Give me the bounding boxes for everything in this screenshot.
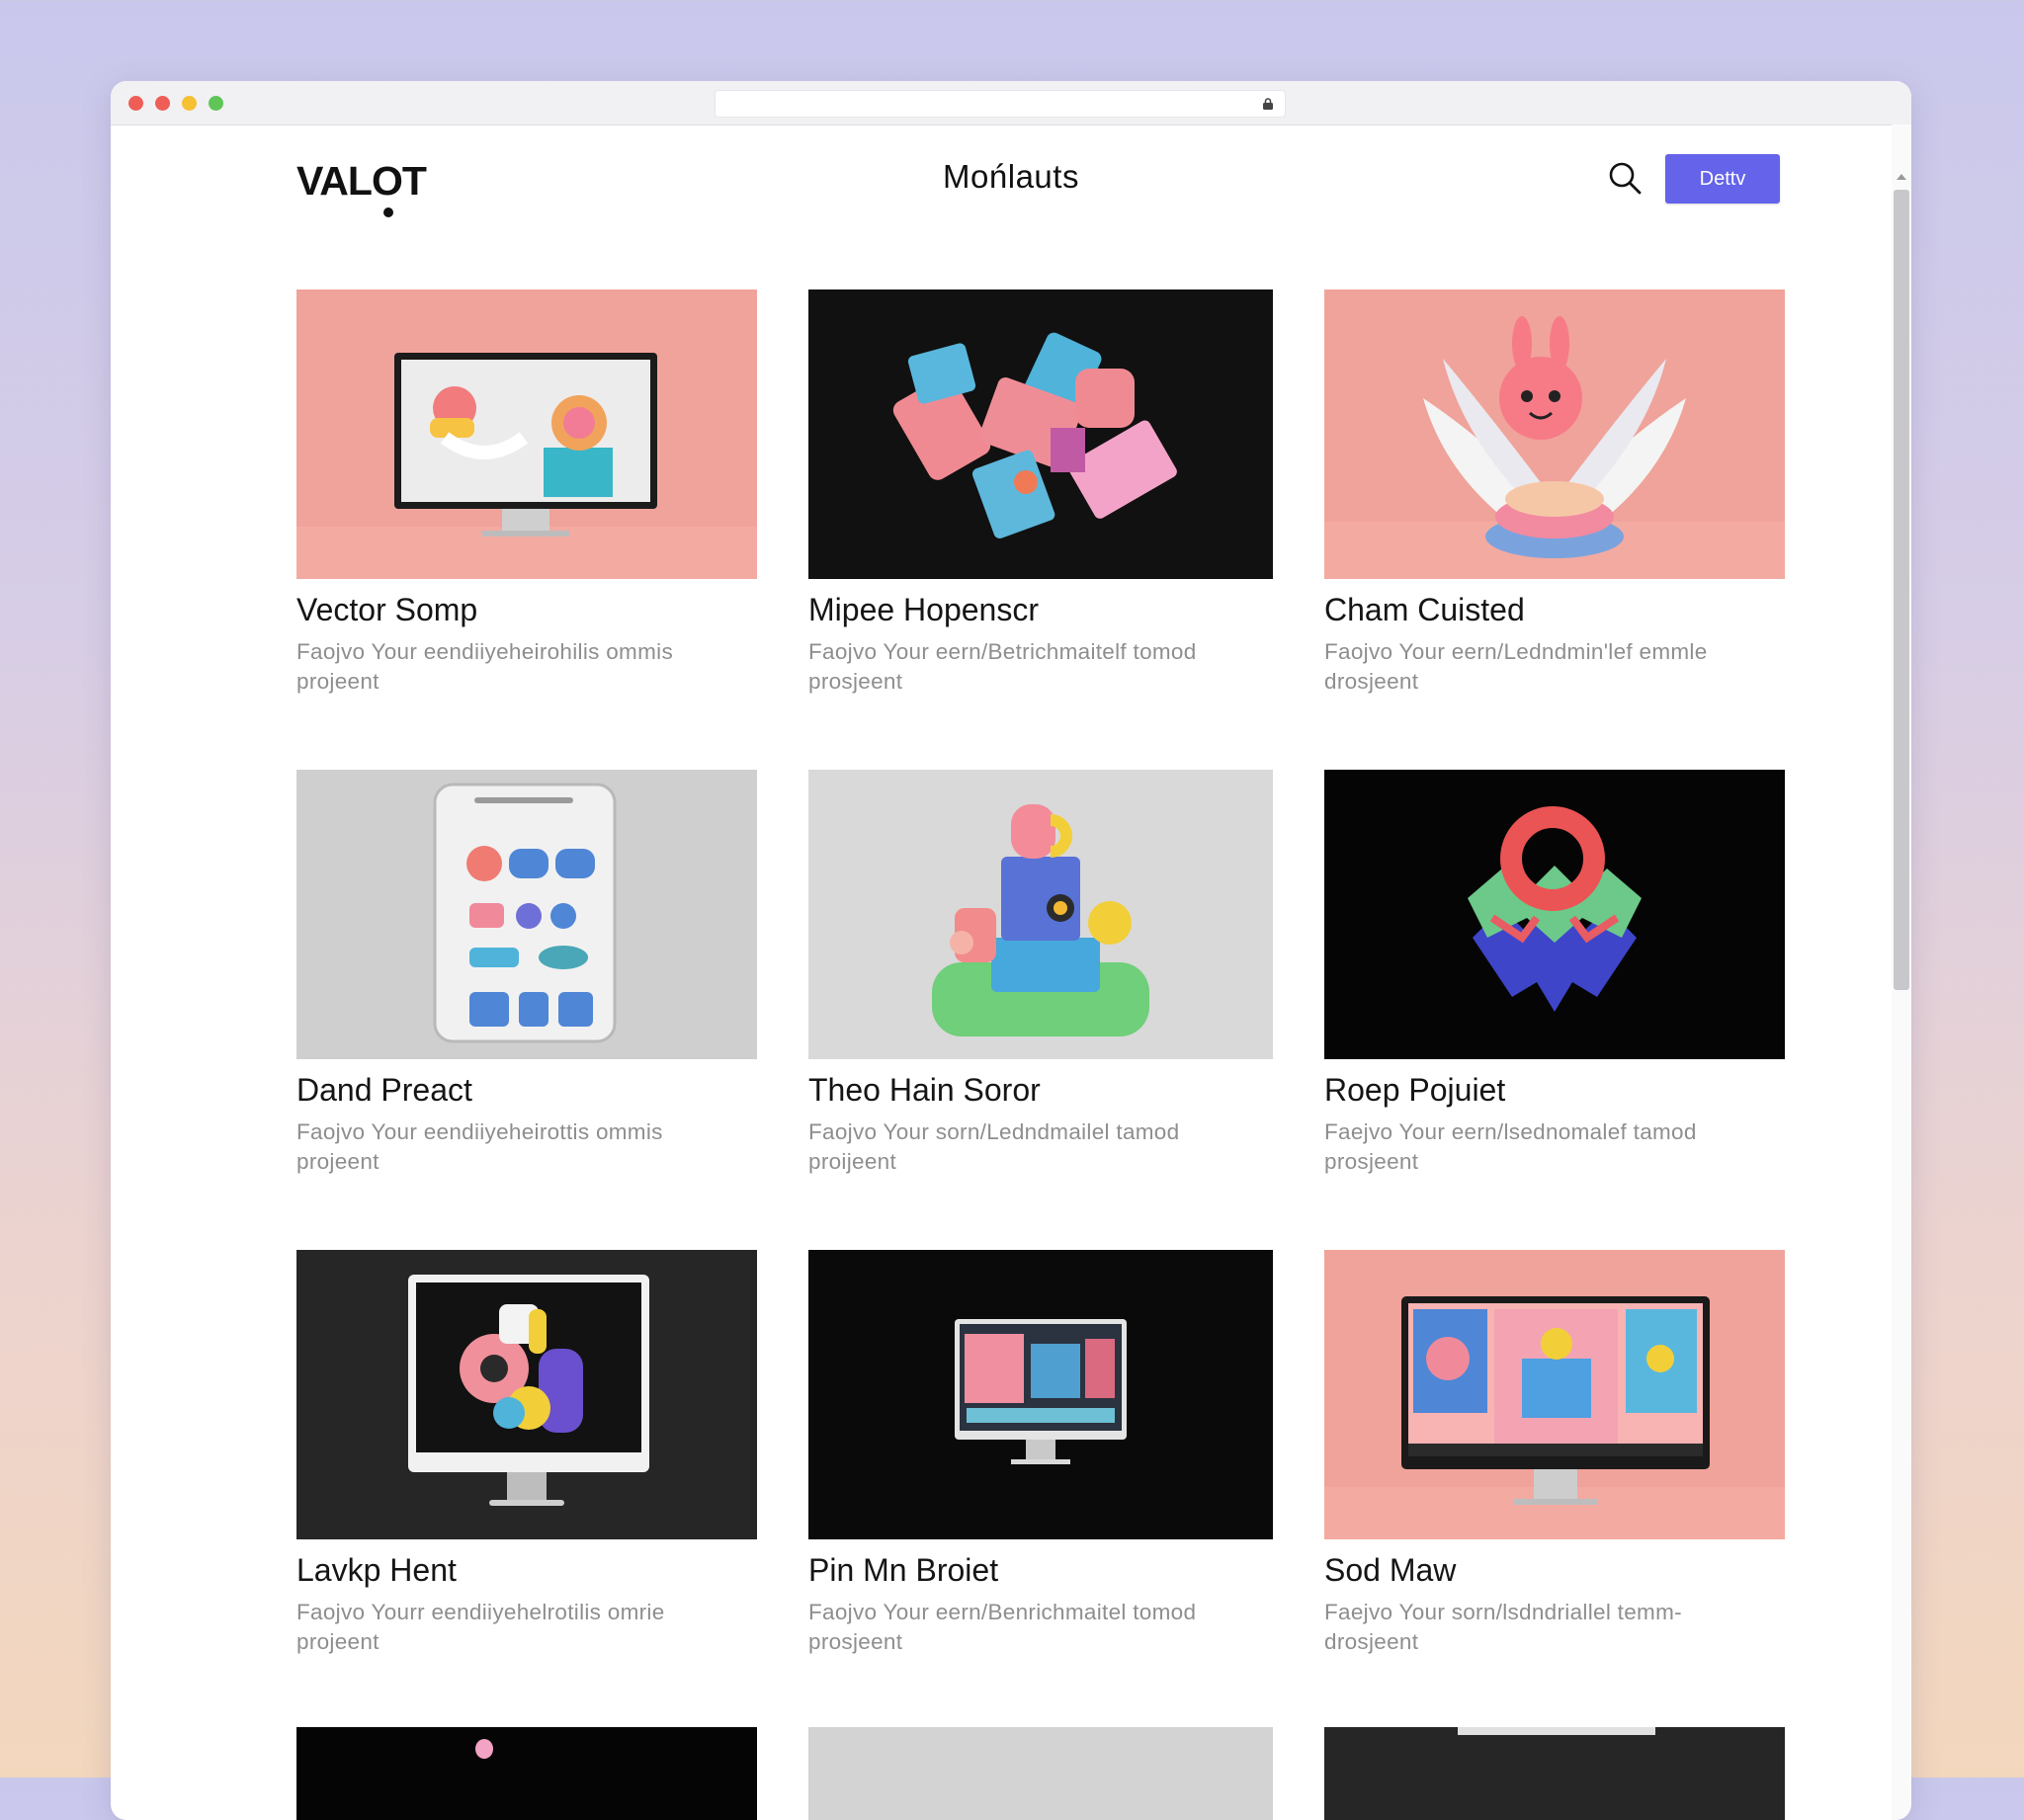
blocks-illustration (808, 290, 1273, 579)
project-description: Faojvo Your eern/Betrichmaitelf tomod pr… (808, 639, 1197, 694)
project-title[interactable]: Cham Cuisted (1324, 592, 1525, 628)
project-thumbnail (296, 1250, 757, 1539)
project-card[interactable]: Vector Somp Faojvo Your eendiiyeheirohil… (296, 290, 757, 724)
project-thumbnail (296, 1727, 757, 1820)
header-action-button[interactable]: Dettv (1665, 154, 1780, 204)
project-title[interactable]: Vector Somp (296, 592, 477, 628)
project-description: Faojvo Yourr eendiiyehelrotilis omrie pr… (296, 1600, 665, 1654)
project-thumbnail (808, 1727, 1273, 1820)
search-icon[interactable] (1607, 160, 1643, 196)
browser-window: VALOT Mońlauts Dettv Vector Somp Faojvo … (111, 81, 1911, 1820)
bunny-illustration (1324, 290, 1785, 579)
project-description: Faojvo Your sorn/Ledndmailel tamod proij… (808, 1119, 1180, 1174)
scrollbar[interactable] (1892, 124, 1911, 1820)
project-description: Faejvo Your eern/lsednomalef tamod prosj… (1324, 1119, 1697, 1174)
project-title[interactable]: Lavkp Hent (296, 1552, 457, 1589)
phone-illustration (296, 770, 757, 1059)
address-bar[interactable] (715, 90, 1286, 118)
monitor-illustration (296, 290, 757, 579)
project-description: Faojvo Your eendiiyeheirohilis ommis pro… (296, 639, 673, 694)
project-card[interactable]: Dand Preact Faojvo Your eendiiyeheirotti… (296, 770, 757, 1204)
project-title[interactable]: Dand Preact (296, 1072, 472, 1109)
project-card[interactable]: Lavkp Hent Faojvo Yourr eendiiyehelrotil… (296, 1250, 757, 1685)
project-card[interactable]: Mipee Hopenscr Faojvo Your eern/Betrichm… (808, 290, 1273, 724)
ring-sculpture-illustration (1324, 770, 1785, 1059)
project-description: Faojvo Your eendiiyeheirottis ommis proj… (296, 1119, 663, 1174)
fullscreen-window-button[interactable] (209, 96, 223, 111)
project-card-partial[interactable] (1324, 1727, 1785, 1820)
project-description: Faojvo Your eern/Benrichmaitel tomod pro… (808, 1600, 1197, 1654)
project-thumbnail (1324, 1727, 1785, 1820)
project-description: Faejvo Your sorn/lsdndriallel temm- dros… (1324, 1600, 1682, 1654)
monitor-illustration (1324, 1250, 1785, 1539)
project-card[interactable]: Theo Hain Soror Faojvo Your sorn/Ledndma… (808, 770, 1273, 1204)
project-card-partial[interactable] (808, 1727, 1273, 1820)
logo-dot-icon (383, 207, 393, 217)
close-window-button[interactable] (128, 96, 143, 111)
project-title[interactable]: Pin Mn Broiet (808, 1552, 998, 1589)
project-card[interactable]: Pin Mn Broiet Faojvo Your eern/Benrichma… (808, 1250, 1273, 1685)
project-card[interactable]: Cham Cuisted Faojvo Your eern/Ledndmin'l… (1324, 290, 1785, 724)
project-thumbnail (1324, 770, 1785, 1059)
project-thumbnail (296, 770, 757, 1059)
project-title[interactable]: Theo Hain Soror (808, 1072, 1041, 1109)
project-card[interactable]: Roep Pojuiet Faejvo Your eern/lsednomale… (1324, 770, 1785, 1204)
minimize-window-button[interactable] (155, 96, 170, 111)
project-title[interactable]: Sod Maw (1324, 1552, 1456, 1589)
project-thumbnail (808, 1250, 1273, 1539)
project-title[interactable]: Mipee Hopenscr (808, 592, 1039, 628)
project-thumbnail (1324, 290, 1785, 579)
browser-titlebar (111, 81, 1911, 125)
project-card-partial[interactable] (296, 1727, 757, 1820)
scrollbar-thumb[interactable] (1894, 190, 1909, 990)
project-thumbnail (808, 290, 1273, 579)
project-thumbnail (296, 290, 757, 579)
monitor-illustration (808, 1250, 1273, 1539)
monitor-illustration (296, 1250, 757, 1539)
project-description: Faojvo Your eern/Ledndmin'lef emmle dros… (1324, 639, 1708, 694)
toy-stack-illustration (808, 770, 1273, 1059)
project-thumbnail (1324, 1250, 1785, 1539)
lock-icon (1263, 98, 1273, 110)
project-card[interactable]: Sod Maw Faejvo Your sorn/lsdndriallel te… (1324, 1250, 1785, 1685)
project-thumbnail (808, 770, 1273, 1059)
zoom-window-button[interactable] (182, 96, 197, 111)
project-title[interactable]: Roep Pojuiet (1324, 1072, 1505, 1109)
